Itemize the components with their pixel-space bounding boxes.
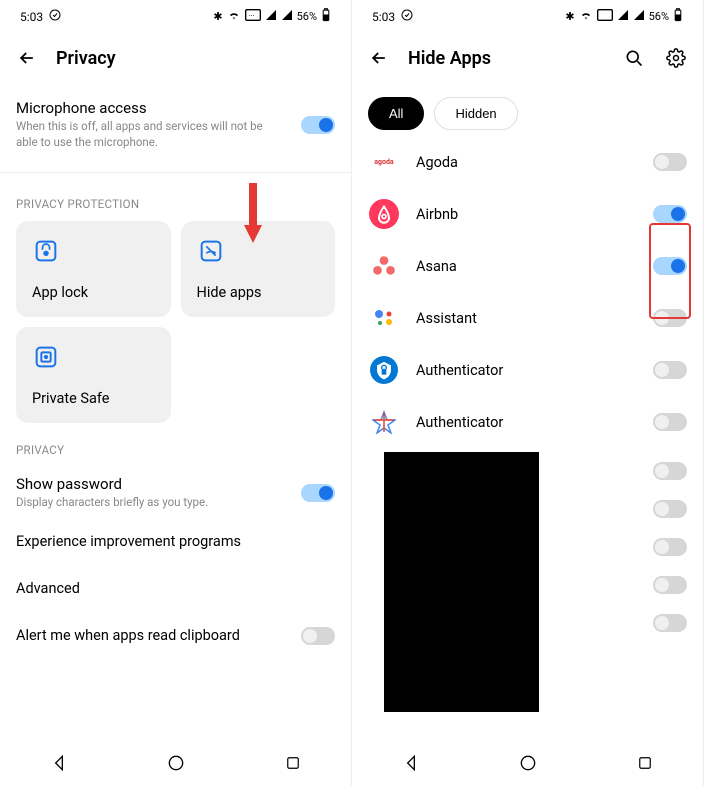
app-name-label: Assistant xyxy=(416,310,637,327)
battery-icon xyxy=(321,8,331,25)
status-icon-check xyxy=(401,9,413,24)
divider xyxy=(0,172,351,173)
signal-icon-2 xyxy=(281,9,293,24)
status-time: 5:03 xyxy=(372,10,395,24)
left-screen: 5:03 ✱ ⋯ 56% Privacy Microphone access W… xyxy=(0,0,352,786)
bluetooth-icon: ✱ xyxy=(213,10,222,23)
svg-text:⋯: ⋯ xyxy=(248,13,254,20)
status-bar: 5:03 ✱ 56% xyxy=(352,0,703,29)
right-screen: 5:03 ✱ 56% Hide Apps xyxy=(352,0,704,786)
nav-back[interactable] xyxy=(401,753,421,776)
app-row[interactable]: agoda Agoda xyxy=(368,136,687,188)
app-name-label: Asana xyxy=(416,258,637,275)
clipboard-label: Alert me when apps read clipboard xyxy=(16,627,240,644)
app-name-label: Authenticator xyxy=(416,414,637,431)
app-row[interactable]: Authenticator xyxy=(368,344,687,396)
page-title: Privacy xyxy=(56,48,116,69)
app-lock-card[interactable]: App lock xyxy=(16,221,171,317)
app-icon xyxy=(368,354,400,386)
nav-recent[interactable] xyxy=(284,754,302,775)
lock-icon xyxy=(32,237,60,265)
mic-sub: When this is off, all apps and services … xyxy=(16,119,276,150)
microphone-access-row[interactable]: Microphone access When this is off, all … xyxy=(16,87,335,162)
app-toggle[interactable] xyxy=(653,614,687,632)
app-icon xyxy=(368,198,400,230)
filter-chips: All Hidden xyxy=(352,87,703,136)
app-icon xyxy=(368,302,400,334)
app-toggle[interactable] xyxy=(653,153,687,171)
signal-icon xyxy=(265,9,277,24)
private-safe-card[interactable]: Private Safe xyxy=(16,327,171,423)
settings-button[interactable] xyxy=(665,47,687,69)
nav-back[interactable] xyxy=(49,753,69,776)
app-icon xyxy=(368,406,400,438)
app-toggle[interactable] xyxy=(653,500,687,518)
mic-toggle[interactable] xyxy=(301,116,335,134)
status-icon-box: ⋯ xyxy=(245,9,261,24)
hide-icon xyxy=(197,237,225,265)
status-icon-check xyxy=(49,9,61,24)
safe-icon xyxy=(32,343,60,371)
redacted-block xyxy=(384,452,539,712)
battery-text: 56% xyxy=(649,10,669,23)
nav-bar xyxy=(0,742,351,786)
advanced-row[interactable]: Advanced xyxy=(16,566,335,613)
experience-label: Experience improvement programs xyxy=(16,533,241,550)
app-name-label: Agoda xyxy=(416,154,637,171)
app-toggle[interactable] xyxy=(653,257,687,275)
nav-recent[interactable] xyxy=(636,754,654,775)
chip-all[interactable]: All xyxy=(368,97,424,130)
battery-text: 56% xyxy=(297,10,317,23)
privacy-label: PRIVACY xyxy=(16,433,335,467)
status-icon-box xyxy=(597,9,613,24)
clipboard-row[interactable]: Alert me when apps read clipboard xyxy=(16,613,335,660)
app-row[interactable]: Authenticator xyxy=(368,396,687,448)
hide-apps-label: Hide apps xyxy=(197,284,320,301)
privacy-protection-label: PRIVACY PROTECTION xyxy=(16,187,335,221)
status-time: 5:03 xyxy=(20,10,43,24)
nav-home[interactable] xyxy=(518,753,538,776)
app-toggle[interactable] xyxy=(653,576,687,594)
show-password-row[interactable]: Show password Display characters briefly… xyxy=(16,467,335,519)
app-toggle[interactable] xyxy=(653,309,687,327)
page-title: Hide Apps xyxy=(408,48,491,69)
show-pw-toggle[interactable] xyxy=(301,484,335,502)
app-toggle[interactable] xyxy=(653,462,687,480)
back-button[interactable] xyxy=(16,47,38,69)
signal-icon-2 xyxy=(633,9,645,24)
bluetooth-icon: ✱ xyxy=(565,10,574,23)
hide-apps-card[interactable]: Hide apps xyxy=(181,221,336,317)
nav-bar xyxy=(352,742,703,786)
app-lock-label: App lock xyxy=(32,284,155,301)
back-button[interactable] xyxy=(368,47,390,69)
app-toggle[interactable] xyxy=(653,413,687,431)
app-name-label: Authenticator xyxy=(416,362,637,379)
nav-home[interactable] xyxy=(166,753,186,776)
app-icon: agoda xyxy=(368,146,400,178)
app-row[interactable]: Assistant xyxy=(368,292,687,344)
show-pw-sub: Display characters briefly as you type. xyxy=(16,495,276,511)
app-bar: Hide Apps xyxy=(352,29,703,87)
wifi-icon xyxy=(227,8,241,25)
app-row[interactable]: Airbnb xyxy=(368,188,687,240)
app-name-label: Airbnb xyxy=(416,206,637,223)
app-toggle[interactable] xyxy=(653,361,687,379)
chip-hidden[interactable]: Hidden xyxy=(434,97,517,130)
battery-icon xyxy=(673,8,683,25)
signal-icon xyxy=(617,9,629,24)
show-pw-title: Show password xyxy=(16,475,301,493)
app-toggle[interactable] xyxy=(653,205,687,223)
status-bar: 5:03 ✱ ⋯ 56% xyxy=(0,0,351,29)
app-row[interactable]: Asana xyxy=(368,240,687,292)
mic-title: Microphone access xyxy=(16,99,301,117)
app-toggle[interactable] xyxy=(653,538,687,556)
experience-row[interactable]: Experience improvement programs xyxy=(16,519,335,566)
clipboard-toggle[interactable] xyxy=(301,627,335,645)
private-safe-label: Private Safe xyxy=(32,390,155,407)
wifi-icon xyxy=(579,8,593,25)
advanced-label: Advanced xyxy=(16,580,80,597)
app-icon xyxy=(368,250,400,282)
app-bar: Privacy xyxy=(0,29,351,87)
search-button[interactable] xyxy=(623,47,645,69)
